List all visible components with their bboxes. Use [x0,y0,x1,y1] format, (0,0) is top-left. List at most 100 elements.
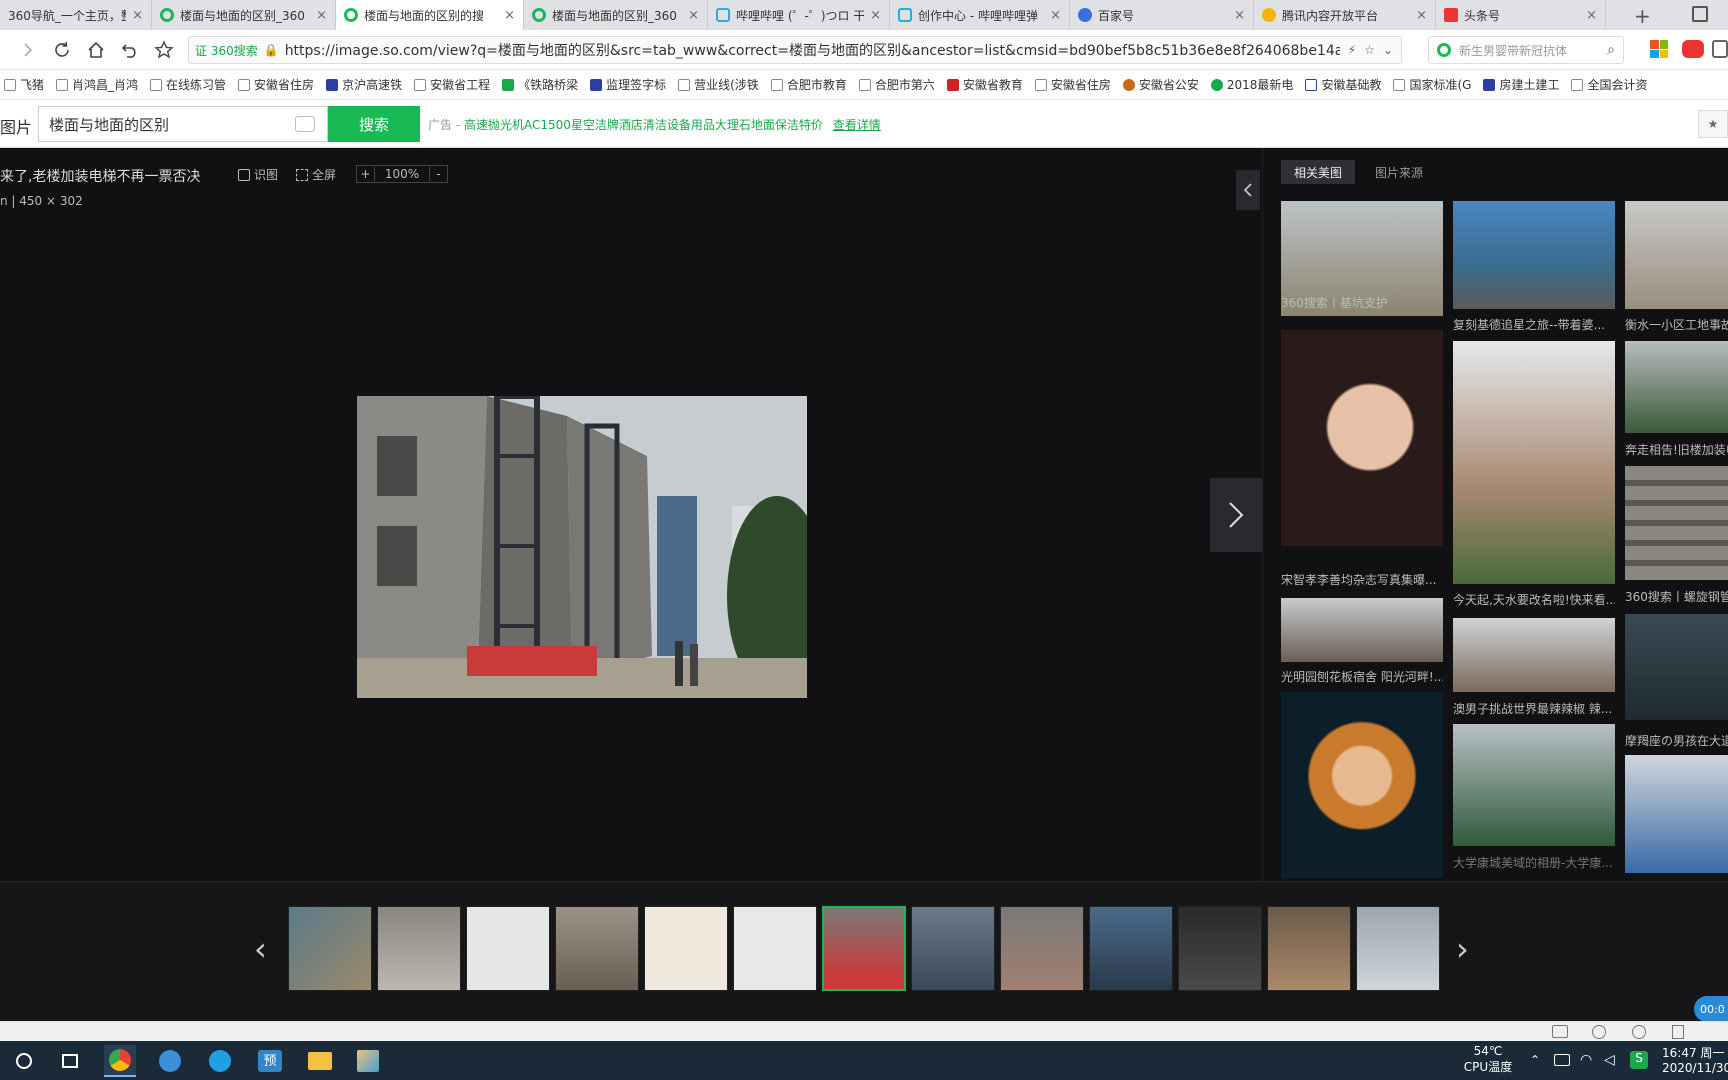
related-thumb[interactable] [1453,724,1615,846]
tab-search-active[interactable]: 楼面与地面的区别的搜 × [336,0,524,30]
task-view-icon[interactable] [54,1045,86,1077]
rocket-icon[interactable] [1592,1025,1606,1039]
chevron-up-icon[interactable]: ⌃ [1530,1053,1540,1067]
url-bar[interactable]: 证 360搜索 🔒 https://image.so.com/view?q=楼面… [188,36,1402,64]
search-input[interactable]: 楼面与地面的区别 [38,106,328,142]
related-caption[interactable]: 摩羯座の男孩在大道 [1625,732,1728,749]
game-controller-icon[interactable] [1682,40,1704,58]
bookmark-item[interactable]: 在线练习管 [150,76,226,93]
trash-icon[interactable] [1672,1025,1684,1039]
bookmark-item[interactable]: 飞猪 [4,76,44,93]
next-image-button[interactable] [1210,478,1262,552]
close-icon[interactable]: × [132,8,143,23]
bookmark-item[interactable]: 安徽基础教 [1305,76,1381,93]
related-caption[interactable]: 360搜索丨螺旋钢管 [1625,588,1728,605]
ad-link[interactable]: 查看详情 [833,118,881,132]
new-tab-button[interactable]: + [1634,4,1651,28]
filmstrip-thumb[interactable] [1178,906,1262,991]
preview-icon[interactable]: 预 [254,1045,286,1077]
bookmark-star-icon[interactable]: ☆ [1364,43,1375,57]
bookmark-item[interactable]: 2018最新电 [1210,76,1293,93]
apps-grid-icon[interactable] [1650,40,1668,58]
reload-icon[interactable] [50,38,74,62]
bookmark-item[interactable]: 合肥市第六 [858,76,935,93]
tab-tencent[interactable]: 腾讯内容开放平台 × [1254,0,1436,30]
bookmark-item[interactable]: 营业线(涉铁 [678,76,759,93]
filmstrip-thumb[interactable] [288,906,372,991]
related-caption[interactable]: 澳男子挑战世界最辣辣椒 辣... [1453,700,1615,717]
bookmark-item[interactable]: 安徽省住房 [238,76,314,93]
side-search-box[interactable]: 新生男婴带新冠抗体 ⌕ [1428,36,1624,64]
sogou-icon[interactable] [154,1045,186,1077]
close-icon[interactable]: × [1416,8,1427,23]
related-caption[interactable]: 大学康城美域的相册-大学康... [1453,854,1615,871]
filmstrip-thumb-active[interactable] [822,906,906,991]
related-thumb[interactable] [1625,201,1728,309]
bookmark-item[interactable]: 肖鸿昌_肖鸿 [56,76,138,93]
related-thumb[interactable] [1281,692,1443,878]
filmstrip-next-button[interactable]: › [1456,930,1469,968]
filmstrip-thumb[interactable] [644,906,728,991]
bookmark-item[interactable]: 房建土建工 [1483,76,1559,93]
extension-icon[interactable] [1712,40,1728,58]
close-icon[interactable]: × [1234,8,1245,23]
fullscreen-button[interactable]: 全屏 [296,166,336,183]
tab-search-1[interactable]: 楼面与地面的区别_360 × [152,0,336,30]
main-image[interactable] [357,396,807,698]
tab-source[interactable]: 图片来源 [1359,160,1439,184]
ime-icon[interactable]: S [1630,1051,1648,1069]
filmstrip-thumb[interactable] [1267,906,1351,991]
related-caption[interactable]: 复刻基德追星之旅--带着婆... [1453,316,1615,333]
image-viewer-app-icon[interactable] [352,1045,384,1077]
refresh-icon[interactable] [1632,1025,1646,1039]
tab-360-nav[interactable]: 360导航_一个主页，整 × [0,0,152,30]
related-thumb[interactable] [1453,618,1615,692]
forward-icon[interactable] [16,38,40,62]
wifi-icon[interactable]: ◠ [1580,1052,1592,1068]
favorite-star-icon[interactable]: ★ [1698,110,1728,138]
close-icon[interactable]: × [1050,8,1061,23]
filmstrip-thumb[interactable] [555,906,639,991]
chrome-icon[interactable] [104,1045,136,1077]
battery-icon[interactable] [1554,1054,1570,1066]
related-thumb[interactable] [1281,598,1443,662]
close-icon[interactable]: × [870,8,881,23]
camera-icon[interactable] [295,116,315,132]
collapse-sidebar-button[interactable] [1236,170,1260,210]
tab-search-3[interactable]: 楼面与地面的区别_360 × [524,0,708,30]
chevron-down-icon[interactable]: ⌄ [1383,43,1393,57]
related-caption[interactable]: 衡水一小区工地事故 [1625,316,1728,333]
close-icon[interactable]: × [688,8,699,23]
related-caption[interactable]: 今天起,天水要改名啦!快来看... [1453,591,1615,608]
tab-bilibili[interactable]: 哔哩哔哩 (゜-゜)つロ 干 × [708,0,890,30]
ie-icon[interactable] [204,1045,236,1077]
bookmark-item[interactable]: 合肥市教育 [770,76,847,93]
filmstrip-thumb[interactable] [377,906,461,991]
volume-icon[interactable]: ◁ [1604,1052,1615,1068]
bookmark-item[interactable]: 安徽省住房 [1034,76,1111,93]
bookmark-item[interactable]: 国家标准(G [1393,76,1471,93]
star-icon[interactable] [152,38,176,62]
tab-baijiahao[interactable]: 百家号 × [1070,0,1254,30]
zoom-out-button[interactable]: - [429,167,447,181]
start-circle-icon[interactable] [8,1045,40,1077]
related-thumb[interactable] [1625,614,1728,720]
related-thumb[interactable] [1625,466,1728,580]
home-icon[interactable] [84,38,108,62]
bookmark-item[interactable]: 京沪高速铁 [326,76,402,93]
bookmark-item[interactable]: 安徽省教育 [946,76,1023,93]
recognize-button[interactable]: 识图 [238,166,278,183]
close-icon[interactable]: × [316,8,327,23]
image-icon[interactable] [1552,1025,1568,1038]
bookmark-item[interactable]: 全国会计资 [1571,76,1647,93]
filmstrip-thumb[interactable] [733,906,817,991]
related-caption[interactable]: 光明园刨花板宿舍 阳光河畔!... [1281,668,1443,685]
related-thumb[interactable] [1453,341,1615,584]
window-menu-icon[interactable] [1692,6,1708,22]
close-icon[interactable]: × [504,8,515,23]
filmstrip-thumb[interactable] [1000,906,1084,991]
filmstrip-thumb[interactable] [1089,906,1173,991]
tab-toutiao[interactable]: 头条号 × [1436,0,1606,30]
related-caption[interactable]: 360搜索丨基坑支护 [1281,294,1443,311]
zoom-in-button[interactable]: + [357,167,375,181]
